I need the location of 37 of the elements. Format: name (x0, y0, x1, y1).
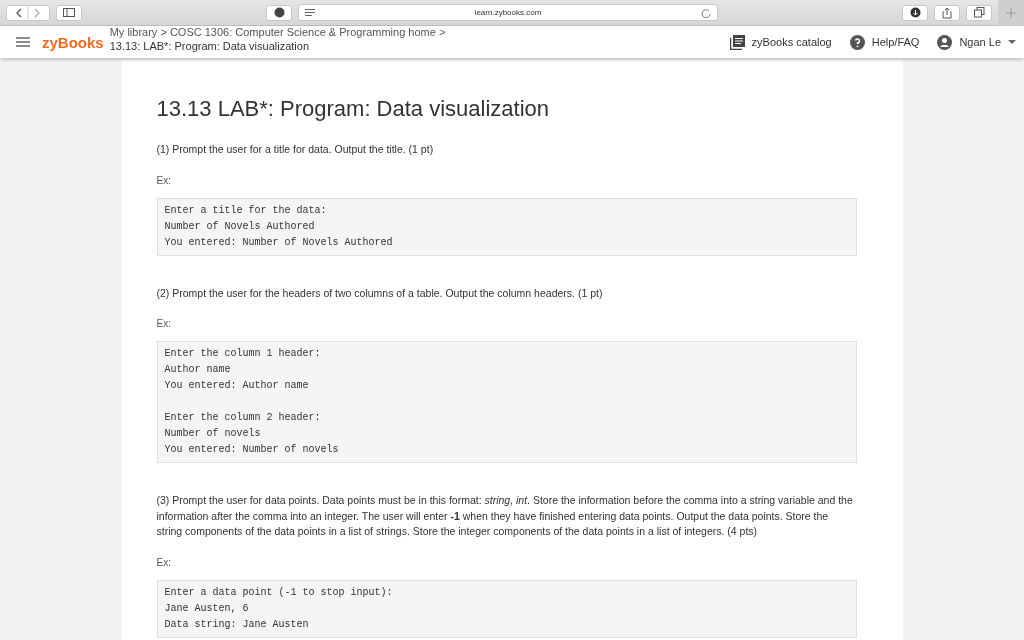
page-title: 13.13 LAB*: Program: Data visualization (156, 96, 551, 122)
reader-icon[interactable] (305, 9, 315, 16)
code-line: Enter the column 1 header: (164, 347, 322, 361)
catalog-icon (729, 34, 745, 50)
code-line: Enter a title for the data: (164, 203, 328, 218)
example-label: Ex: (156, 174, 172, 186)
menu-icon[interactable] (16, 37, 30, 47)
instruction-text: (3) Prompt the user for data points. Data points must be in this format: string, int. Store the information before the comma into a string variable and the information after the comma into an integer. The user will enter -1 when they have finished entering data points. Output the data points. Store the string components of the data points in a list of strings. Store the integer components of the data points in a list of integers. (4 pts) (156, 493, 854, 539)
breadcrumb-link[interactable]: My library > COSC 1306: Computer Science & Programming home > (109, 25, 446, 39)
help-link[interactable]: Help/FAQ (849, 34, 920, 50)
example-label: Ex: (156, 318, 172, 329)
sidebar-icon[interactable] (56, 4, 82, 21)
address-bar[interactable]: learn.zybooks.com (298, 4, 718, 21)
caret-icon (1008, 39, 1016, 45)
code-line: You entered: Number of Novels Authored (164, 235, 394, 250)
code-line: Number of Novels Authored (164, 219, 316, 234)
tabs-icon[interactable] (966, 4, 992, 21)
code-line: You entered: Author name (164, 379, 310, 393)
code-line: Enter the column 2 header: (164, 411, 322, 425)
user-menu[interactable]: Ngan Le (937, 34, 1016, 50)
code-line: You entered: Number of novels (164, 443, 340, 457)
code-line: Data string: Jane Austen (164, 617, 310, 632)
privacy-icon[interactable] (266, 4, 292, 21)
url-text: learn.zybooks.com (473, 8, 543, 17)
code-line: Author name (164, 363, 232, 377)
instruction-text: (2) Prompt the user for the headers of two columns of a table. Output the column headers. (1 pt) (156, 285, 604, 301)
catalog-link[interactable]: zyBooks catalog (729, 34, 832, 50)
instruction-text: (1) Prompt the user for a title for data. Output the title. (1 pt) (156, 142, 435, 157)
download-icon[interactable] (902, 4, 928, 21)
help-icon (849, 34, 865, 50)
reload-icon[interactable] (701, 7, 711, 18)
example-label: Ex: (156, 556, 172, 568)
code-line: Number of novels (164, 427, 262, 441)
user-icon (937, 34, 953, 50)
code-line: Enter a data point (-1 to stop input): (164, 585, 394, 600)
code-line: Jane Austen, 6 (164, 601, 250, 616)
current-section: 13.13: LAB*: Program: Data visualization (109, 39, 446, 53)
